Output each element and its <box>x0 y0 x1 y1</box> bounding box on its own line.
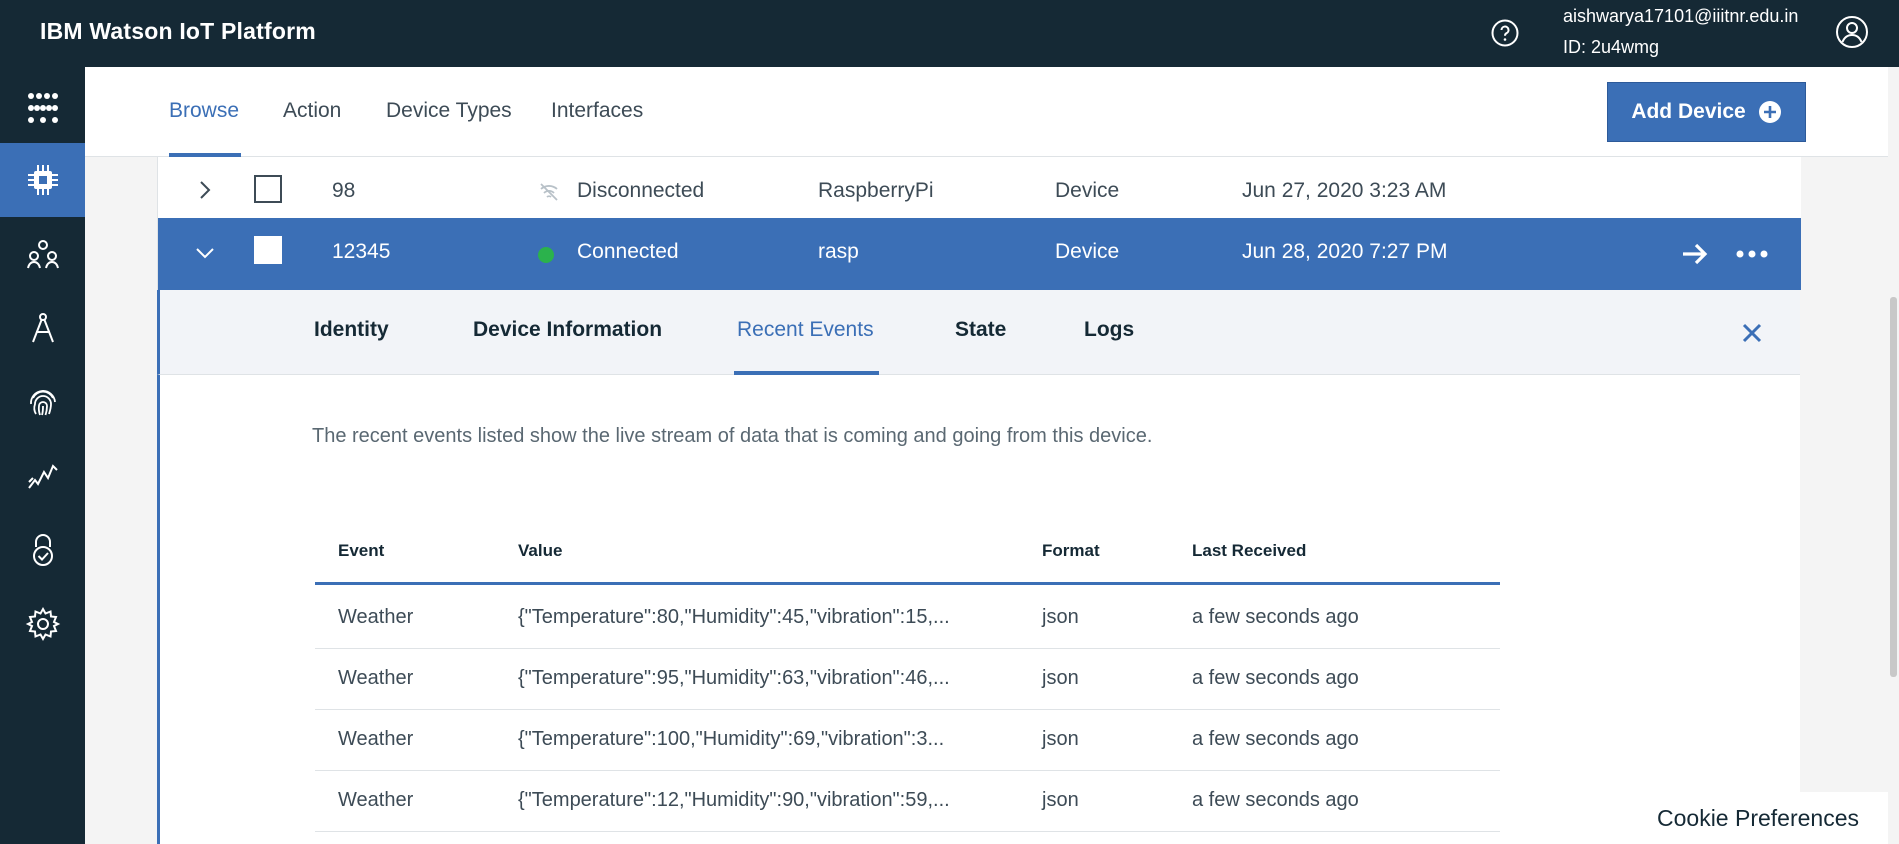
col-format: Format <box>1042 541 1100 560</box>
tab-logs[interactable]: Logs <box>1084 318 1134 342</box>
nav-security[interactable] <box>0 365 85 439</box>
usage-icon <box>27 464 58 489</box>
event-row[interactable]: Weather {"Temperature":12,"Humidity":90,… <box>315 771 1500 832</box>
connected-status-dot <box>538 247 554 263</box>
col-last-received: Last Received <box>1192 541 1307 560</box>
device-type: rasp <box>818 240 859 263</box>
col-event: Event <box>338 541 385 560</box>
nav-apps[interactable] <box>0 71 85 145</box>
event-value: {"Temperature":100,"Humidity":69,"vibrat… <box>518 728 945 750</box>
event-value: {"Temperature":95,"Humidity":63,"vibrati… <box>518 667 950 689</box>
app-title[interactable]: IBM Watson IoT Platform <box>40 18 316 45</box>
row-checkbox[interactable] <box>254 175 282 203</box>
user-profile-icon[interactable] <box>1835 15 1869 49</box>
tab-action[interactable]: Action <box>283 99 341 123</box>
event-name: Weather <box>338 728 414 750</box>
add-circle-icon <box>1758 101 1781 123</box>
tab-device-types[interactable]: Device Types <box>386 99 512 123</box>
add-device-label: Add Device <box>1631 100 1746 123</box>
event-last-received: a few seconds ago <box>1192 606 1359 628</box>
tab-interfaces[interactable]: Interfaces <box>551 99 643 123</box>
device-date-added: Jun 27, 2020 3:23 AM <box>1242 179 1447 202</box>
apps-grid-icon <box>27 93 58 123</box>
user-email[interactable]: aishwarya17101@iiitnr.edu.in <box>1563 6 1798 27</box>
tab-identity[interactable]: Identity <box>314 318 389 342</box>
security-fingerprint-icon <box>29 390 56 416</box>
cookie-preferences-link[interactable]: Cookie Preferences <box>1657 792 1899 844</box>
settings-icon <box>25 606 60 642</box>
nav-security-lock[interactable] <box>0 513 85 587</box>
org-id: ID: 2u4wmg <box>1563 37 1660 57</box>
events-table-header: Event Value Format Last Received <box>315 525 1500 585</box>
device-date-added: Jun 28, 2020 7:27 PM <box>1242 240 1448 263</box>
event-name: Weather <box>338 606 414 628</box>
help-icon[interactable] <box>1490 18 1520 48</box>
nav-members[interactable] <box>0 217 85 291</box>
device-id: 12345 <box>332 240 391 263</box>
row-checkbox[interactable] <box>254 236 282 264</box>
disconnected-icon <box>540 183 558 201</box>
nav-usage[interactable] <box>0 439 85 513</box>
top-bar: IBM Watson IoT Platform aishwarya17101@i… <box>0 0 1899 67</box>
nav-rules[interactable] <box>0 291 85 365</box>
event-last-received: a few seconds ago <box>1192 728 1359 750</box>
device-status: Connected <box>577 240 679 263</box>
recent-events-description: The recent events listed show the live s… <box>312 425 1153 447</box>
event-row[interactable]: Weather {"Temperature":95,"Humidity":63,… <box>315 649 1500 710</box>
event-row[interactable]: Weather {"Temperature":100,"Humidity":69… <box>315 710 1500 771</box>
close-icon[interactable] <box>1739 320 1765 346</box>
arrow-right-icon[interactable] <box>1679 238 1711 270</box>
left-nav <box>0 67 85 844</box>
device-row-selected[interactable]: 12345 Connected rasp Device Jun 28, 2020… <box>158 218 1801 290</box>
event-value: {"Temperature":12,"Humidity":90,"vibrati… <box>518 789 950 811</box>
event-name: Weather <box>338 789 414 811</box>
device-type: RaspberryPi <box>818 179 934 202</box>
chevron-down-icon[interactable] <box>194 242 216 264</box>
event-row[interactable]: Weather {"Temperature":80,"Humidity":45,… <box>315 588 1500 649</box>
event-value: {"Temperature":80,"Humidity":45,"vibrati… <box>518 606 950 628</box>
devices-icon <box>27 165 58 195</box>
tab-state[interactable]: State <box>955 318 1006 342</box>
scrollbar-thumb[interactable] <box>1890 297 1897 677</box>
members-icon <box>26 240 59 269</box>
event-format: json <box>1042 789 1079 811</box>
device-class: Device <box>1055 240 1120 263</box>
device-detail-tabs: Identity Device Information Recent Event… <box>157 290 1800 375</box>
overflow-menu-icon[interactable] <box>1734 238 1770 270</box>
tab-browse[interactable]: Browse <box>169 99 239 123</box>
event-format: json <box>1042 728 1079 750</box>
tab-recent-events[interactable]: Recent Events <box>737 318 874 342</box>
event-format: json <box>1042 667 1079 689</box>
event-last-received: a few seconds ago <box>1192 789 1359 811</box>
tab-device-information[interactable]: Device Information <box>473 318 662 342</box>
chevron-right-icon[interactable] <box>194 179 216 201</box>
add-device-button[interactable]: Add Device <box>1607 82 1806 142</box>
event-name: Weather <box>338 667 414 689</box>
rules-icon <box>31 313 54 343</box>
device-status: Disconnected <box>577 179 705 202</box>
page-scrollbar[interactable] <box>1888 67 1899 844</box>
event-format: json <box>1042 606 1079 628</box>
event-last-received: a few seconds ago <box>1192 667 1359 689</box>
recent-events-panel: The recent events listed show the live s… <box>157 375 1800 844</box>
device-id: 98 <box>332 179 356 202</box>
nav-devices[interactable] <box>0 143 85 217</box>
device-class: Device <box>1055 179 1120 202</box>
col-value: Value <box>518 541 563 560</box>
nav-settings[interactable] <box>0 587 85 661</box>
lock-icon <box>32 534 53 566</box>
